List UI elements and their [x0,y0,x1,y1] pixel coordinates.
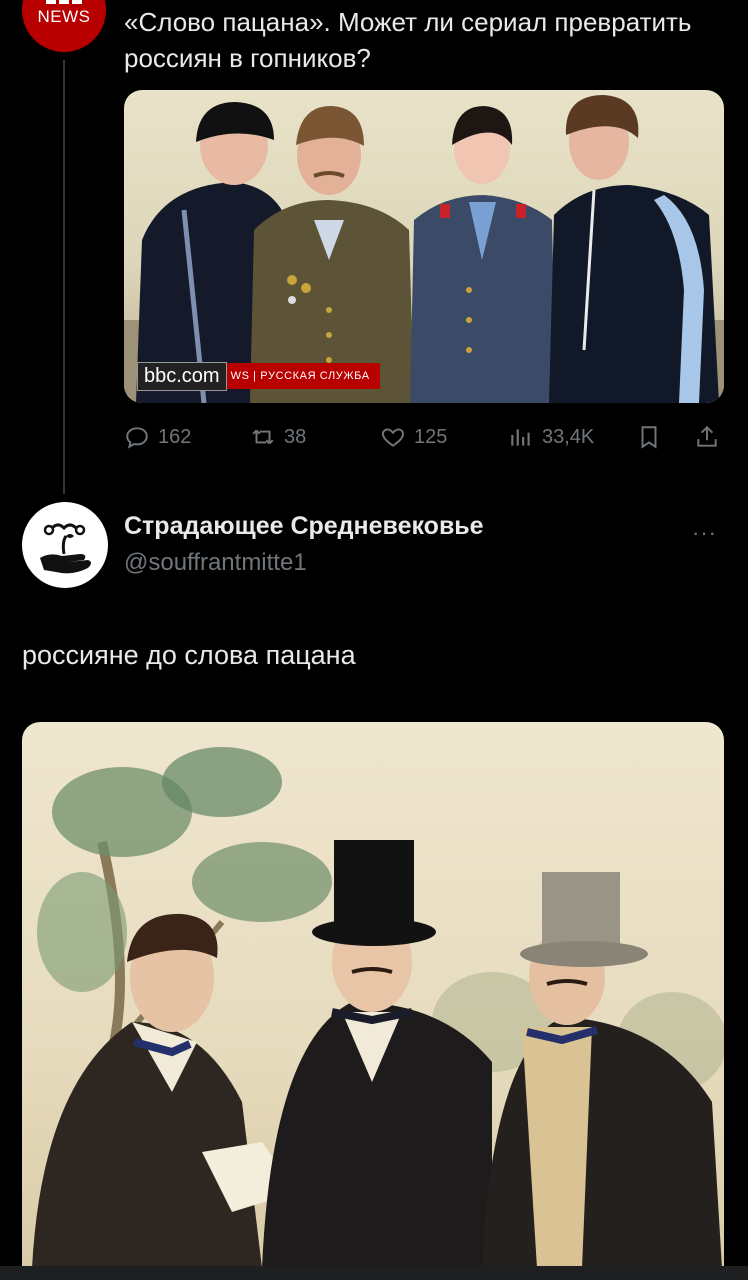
medieval-hand-logo [40,523,91,574]
like-count: 125 [414,425,448,448]
share-icon [697,425,717,447]
more-options-icon[interactable]: ··· [692,520,717,546]
repost-count: 38 [284,425,307,448]
tweet-text: «Слово пацана». Может ли сериал преврати… [124,7,692,73]
bottom-bar [0,1266,748,1280]
repost-button[interactable]: 38 [250,420,306,454]
bbc-avatar-label: NEWS [37,7,91,26]
watermark-site: bbc.com [137,361,227,391]
bbc-news-avatar[interactable]: NEWS [22,0,106,52]
reply-icon [126,427,148,449]
bookmark-button[interactable] [636,420,662,454]
like-button[interactable]: 125 [380,420,447,454]
share-button[interactable] [694,420,720,454]
tweet-photo-painting[interactable] [22,722,724,1268]
souffrant-avatar[interactable] [22,502,108,588]
victorian-gentlemen-illustration [32,747,724,1268]
views-icon [511,429,530,446]
thread-connector-line [63,60,65,494]
author-handle[interactable]: @souffrantmitte1 [124,549,307,577]
watermark-service: WS | РУССКАЯ СЛУЖБА [226,363,380,389]
cast-photo-illustration [124,95,724,403]
heart-icon [382,428,404,447]
bookmark-icon [641,426,657,449]
view-count: 33,4K [542,425,595,448]
image-watermark: bbc.com WS | РУССКАЯ СЛУЖБА [137,360,380,392]
tweet-photo-cast[interactable]: bbc.com WS | РУССКАЯ СЛУЖБА [124,90,724,403]
reply-count: 162 [158,425,192,448]
reply-button[interactable]: 162 [124,420,191,454]
bbc-logo-blocks [46,0,82,4]
tweet-text: россияне до слова пацана [22,640,356,670]
views-button[interactable]: 33,4K [508,420,594,454]
author-display-name[interactable]: Страдающее Средневековье [124,512,484,541]
repost-icon [252,429,274,445]
